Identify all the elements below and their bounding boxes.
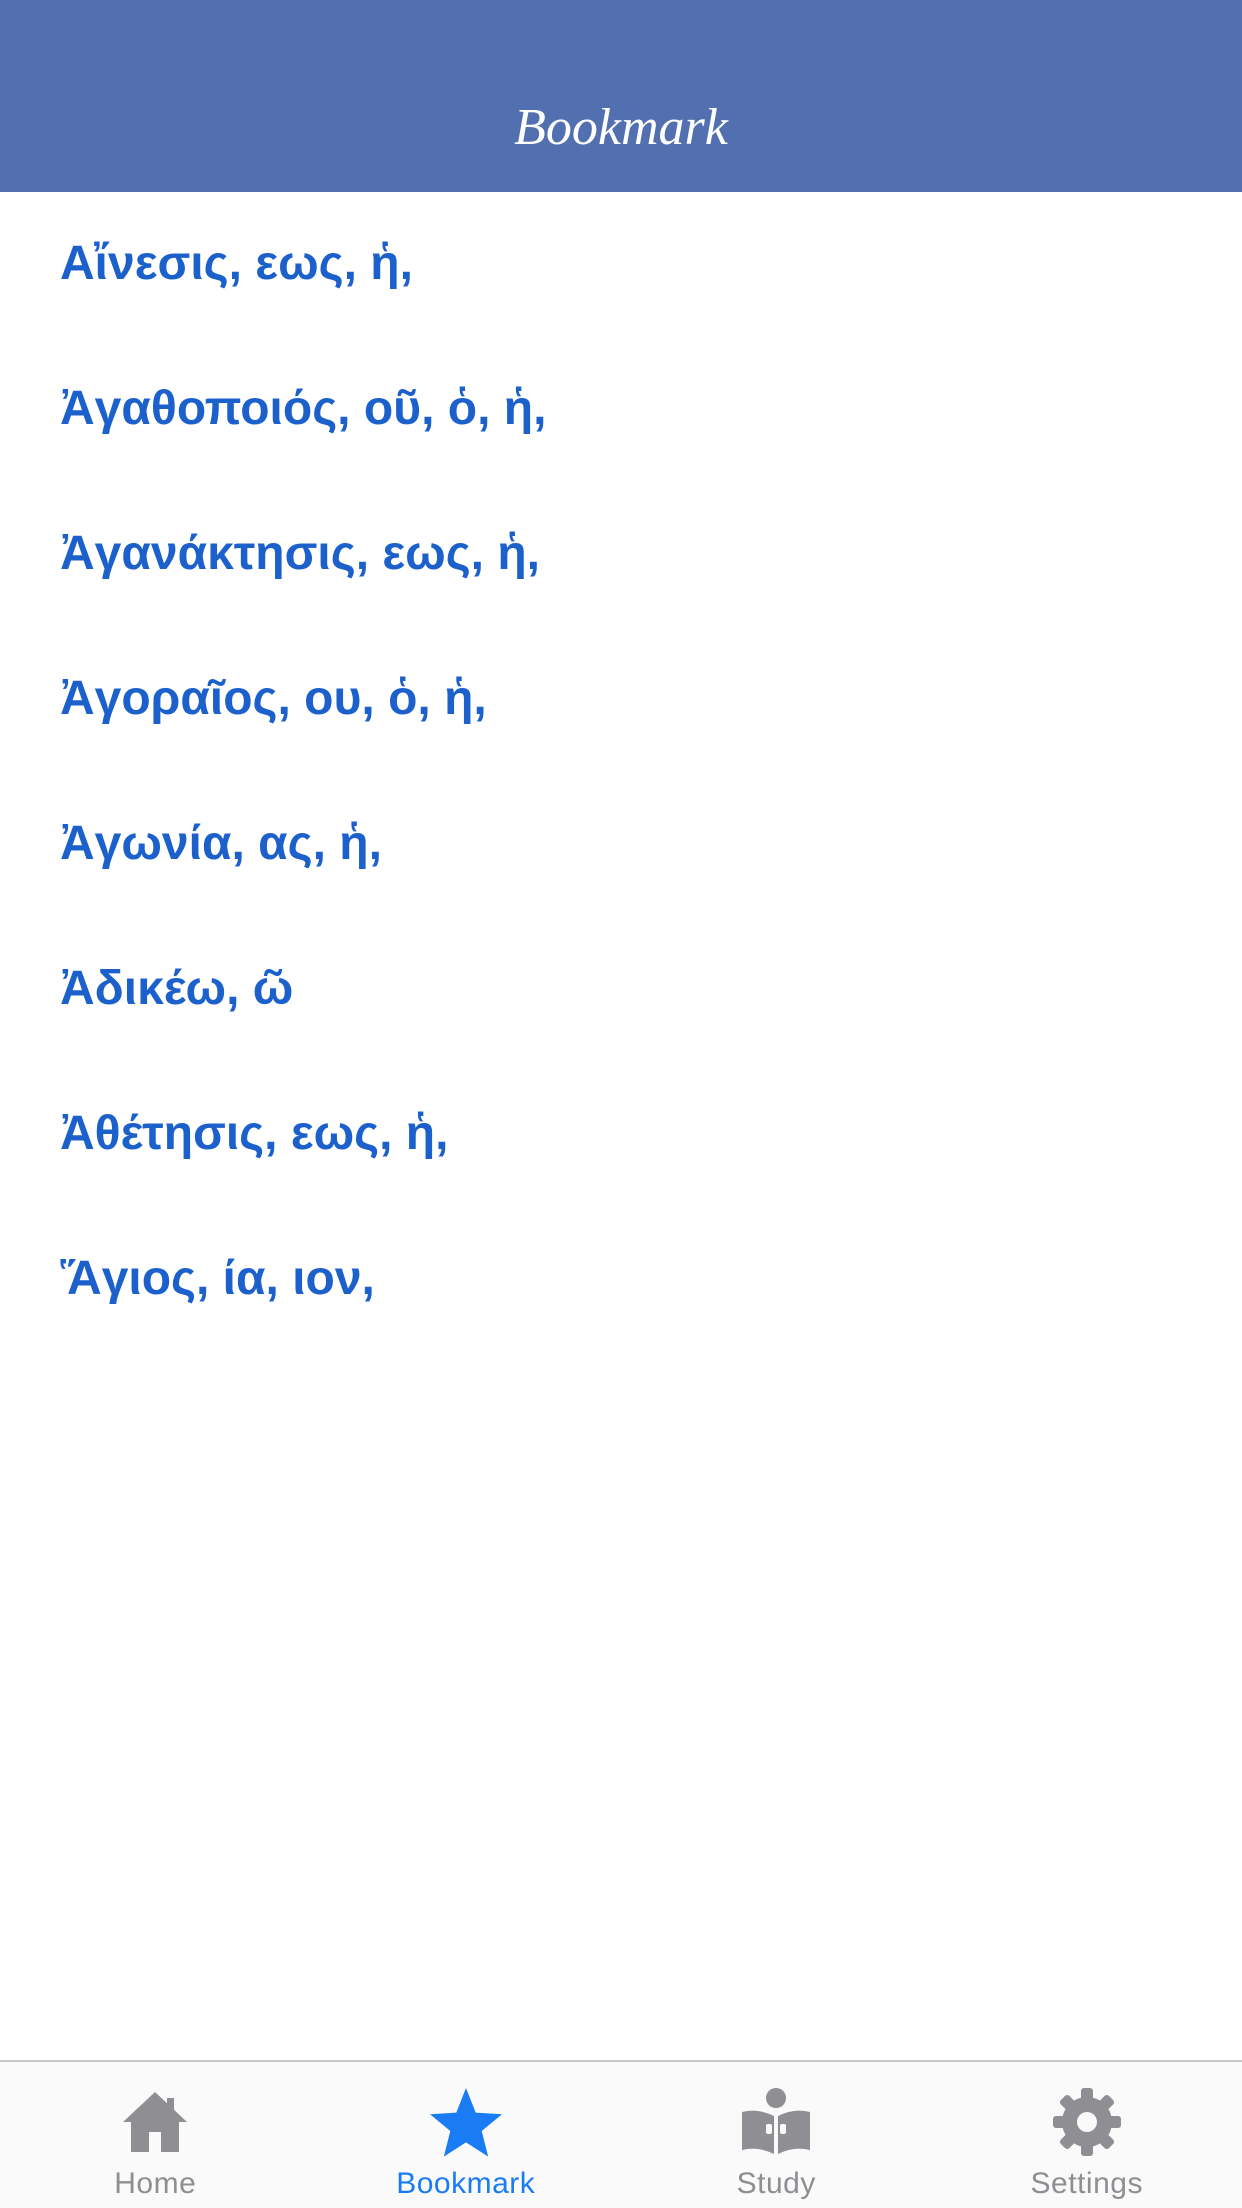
- bookmark-list: Αἴνεσις, εως, ἡ, Ἀγαθοποιός, οῦ, ὁ, ἡ, Ἀ…: [0, 192, 1242, 1352]
- list-item[interactable]: Ἀγοραῖος, ου, ὁ, ἡ,: [0, 627, 1242, 772]
- list-item[interactable]: Ἀδικέω, ῶ: [0, 917, 1242, 1062]
- page-title: Bookmark: [514, 99, 728, 156]
- tab-label: Settings: [1030, 2167, 1143, 2200]
- list-item[interactable]: Ἅγιος, ία, ιον,: [0, 1207, 1242, 1352]
- tab-label: Bookmark: [396, 2167, 536, 2200]
- gear-icon: [1049, 2084, 1125, 2160]
- bookmark-term: Ἀγοραῖος, ου, ὁ, ἡ,: [60, 672, 487, 725]
- bookmark-term: Ἀγαθοποιός, οῦ, ὁ, ἡ,: [60, 382, 547, 435]
- tab-study[interactable]: Study: [621, 2062, 932, 2208]
- bookmark-term: Ἀδικέω, ῶ: [60, 962, 294, 1015]
- tab-bar: Home Bookmark Study Settings: [0, 2060, 1242, 2208]
- list-item[interactable]: Αἴνεσις, εως, ἡ,: [0, 192, 1242, 337]
- list-item[interactable]: Ἀγωνία, ας, ἡ,: [0, 772, 1242, 917]
- tab-label: Study: [736, 2167, 816, 2200]
- bookmark-term: Ἀγανάκτησις, εως, ἡ,: [60, 527, 540, 580]
- tab-label: Home: [114, 2167, 197, 2200]
- tab-bookmark[interactable]: Bookmark: [311, 2062, 622, 2208]
- list-item[interactable]: Ἀγανάκτησις, εως, ἡ,: [0, 482, 1242, 627]
- star-icon: [428, 2084, 504, 2160]
- navigation-bar: Bookmark: [0, 0, 1242, 192]
- list-item[interactable]: Ἀγαθοποιός, οῦ, ὁ, ἡ,: [0, 337, 1242, 482]
- book-icon: [738, 2084, 814, 2160]
- bookmark-term: Ἀθέτησις, εως, ἡ,: [60, 1107, 449, 1160]
- list-item[interactable]: Ἀθέτησις, εως, ἡ,: [0, 1062, 1242, 1207]
- bookmark-term: Ἀγωνία, ας, ἡ,: [60, 817, 382, 870]
- bookmark-term: Ἅγιος, ία, ιον,: [60, 1252, 375, 1305]
- tab-home[interactable]: Home: [0, 2062, 311, 2208]
- home-icon: [117, 2084, 193, 2160]
- bookmark-term: Αἴνεσις, εως, ἡ,: [60, 237, 413, 290]
- tab-settings[interactable]: Settings: [932, 2062, 1242, 2208]
